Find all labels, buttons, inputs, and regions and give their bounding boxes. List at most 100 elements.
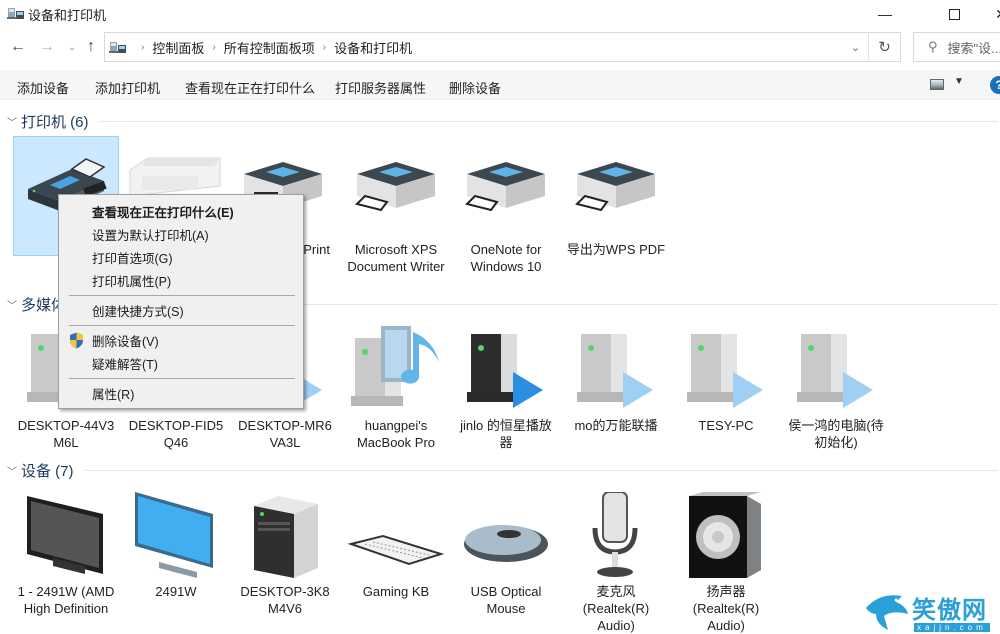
back-button[interactable]: ← bbox=[7, 36, 29, 58]
media-label: huangpei's MacBook Pro bbox=[356, 418, 436, 450]
up-arrow-icon: ↑ bbox=[87, 38, 95, 55]
menu-separator bbox=[69, 295, 295, 296]
search-icon: ⚲ bbox=[928, 39, 938, 54]
forward-button[interactable]: → bbox=[36, 36, 58, 58]
printer-icon bbox=[465, 162, 545, 212]
breadcrumb-separator-icon[interactable]: › bbox=[212, 42, 215, 53]
search-input[interactable]: ⚲ 搜索"设... bbox=[913, 32, 1000, 62]
breadcrumb-control-panel[interactable]: 控制面板 bbox=[152, 38, 204, 57]
media-label: TESY-PC bbox=[698, 418, 754, 433]
watermark: 笑傲网 xajjn.com bbox=[862, 588, 1000, 634]
devices-printers-app-icon bbox=[7, 8, 24, 19]
device-label: 麦克风 (Realtek(R) Audio) bbox=[582, 584, 650, 633]
printer-icon bbox=[355, 162, 435, 212]
media-item[interactable]: TESY-PC bbox=[673, 326, 779, 434]
add-device-button[interactable]: 添加设备 bbox=[17, 78, 69, 97]
maximize-button[interactable] bbox=[931, 0, 977, 28]
remove-device-button[interactable]: 删除设备 bbox=[449, 78, 501, 97]
media-item[interactable]: mo的万能联播 bbox=[563, 326, 669, 434]
collapse-chevron-icon[interactable]: ﹀ bbox=[7, 114, 17, 129]
media-library-icon bbox=[351, 326, 439, 406]
device-item[interactable]: 麦克风 (Realtek(R) Audio) bbox=[563, 491, 669, 634]
back-arrow-icon: ← bbox=[10, 38, 26, 55]
maximize-icon bbox=[948, 8, 960, 20]
menu-item-remove-device[interactable]: 删除设备(V) bbox=[59, 329, 303, 351]
collapse-chevron-icon[interactable]: ﹀ bbox=[7, 297, 17, 312]
breadcrumb-devices-printers[interactable]: 设备和打印机 bbox=[334, 38, 412, 57]
speaker-icon bbox=[689, 492, 761, 578]
close-icon: ✕ bbox=[995, 6, 1000, 23]
media-label: 侯一鸿的电脑(待初始化) bbox=[788, 418, 884, 450]
device-label: Gaming KB bbox=[362, 584, 430, 599]
device-item[interactable]: DESKTOP-3K8 M4V6 bbox=[232, 492, 338, 617]
minimize-button[interactable]: — bbox=[862, 0, 908, 28]
printer-item-wps-pdf[interactable]: 导出为WPS PDF bbox=[563, 150, 669, 258]
media-server-icon bbox=[797, 334, 873, 408]
address-history-dropdown[interactable]: ⌄ bbox=[843, 32, 869, 62]
refresh-button[interactable]: ↻ bbox=[869, 32, 901, 62]
device-item[interactable]: 2491W bbox=[123, 492, 229, 600]
device-label: USB Optical Mouse bbox=[470, 584, 542, 616]
watermark-url: xajjn.com bbox=[914, 623, 990, 632]
view-options-dropdown-icon[interactable]: ▼ bbox=[954, 76, 964, 87]
printer-label: 导出为WPS PDF bbox=[566, 242, 666, 257]
printer-item-xps[interactable]: Microsoft XPS Document Writer bbox=[343, 150, 449, 275]
chevron-down-icon: ⌄ bbox=[850, 41, 861, 54]
computer-tower-icon bbox=[254, 496, 318, 578]
up-button[interactable]: ↑ bbox=[80, 36, 102, 58]
title-bar: 设备和打印机 — ✕ bbox=[0, 0, 1000, 28]
device-item[interactable]: 扬声器 (Realtek(R) Audio) bbox=[673, 492, 779, 634]
close-button[interactable]: ✕ bbox=[978, 0, 1000, 28]
monitor-blue-icon bbox=[135, 492, 213, 578]
monitor-dark-icon bbox=[27, 496, 103, 574]
see-whats-printing-button[interactable]: 查看现在正在打印什么 bbox=[185, 78, 315, 97]
device-item[interactable]: 1 - 2491W (AMD High Definition bbox=[13, 492, 119, 617]
help-icon[interactable]: ? bbox=[990, 76, 1000, 94]
mouse-icon bbox=[464, 525, 548, 562]
printer-item-onenote[interactable]: OneNote for Windows 10 bbox=[453, 150, 559, 275]
menu-item-set-default-printer[interactable]: 设置为默认打印机(A) bbox=[59, 223, 303, 245]
collapse-chevron-icon[interactable]: ﹀ bbox=[7, 463, 17, 478]
breadcrumb-separator-icon[interactable]: › bbox=[323, 42, 326, 53]
group-header-printers[interactable]: ﹀ 打印机 (6) bbox=[0, 110, 1000, 132]
address-bar[interactable]: › 控制面板 › 所有控制面板项 › 设备和打印机 bbox=[104, 32, 869, 62]
menu-item-troubleshoot[interactable]: 疑难解答(T) bbox=[59, 352, 303, 374]
device-item[interactable]: Gaming KB bbox=[343, 492, 449, 600]
watermark-text: 笑傲网 bbox=[912, 597, 987, 624]
menu-item-printing-preferences[interactable]: 打印首选项(G) bbox=[59, 246, 303, 268]
group-header-devices[interactable]: ﹀ 设备 (7) bbox=[0, 459, 1000, 481]
media-player-dark-icon bbox=[467, 334, 543, 408]
keyboard-icon bbox=[347, 534, 445, 566]
breadcrumb-separator-icon[interactable]: › bbox=[141, 42, 144, 53]
media-server-icon bbox=[687, 334, 763, 408]
menu-separator bbox=[69, 378, 295, 379]
breadcrumb-all-items[interactable]: 所有控制面板项 bbox=[224, 38, 315, 57]
media-label: DESKTOP-MR6 VA3L bbox=[238, 418, 332, 450]
device-label: DESKTOP-3K8 M4V6 bbox=[240, 584, 330, 616]
microphone-icon bbox=[592, 491, 638, 577]
menu-item-label: 删除设备(V) bbox=[92, 334, 159, 349]
group-title-printers: 打印机 (6) bbox=[21, 113, 89, 131]
media-item[interactable]: 侯一鸿的电脑(待初始化) bbox=[783, 326, 889, 451]
menu-item-properties[interactable]: 属性(R) bbox=[59, 382, 303, 404]
media-item[interactable]: jinlo 的恒星播放器 bbox=[453, 326, 559, 451]
group-title-devices: 设备 (7) bbox=[21, 462, 74, 480]
media-label: DESKTOP-44V3 M6L bbox=[17, 418, 115, 450]
device-item[interactable]: USB Optical Mouse bbox=[453, 492, 559, 617]
media-label: DESKTOP-FID5 Q46 bbox=[128, 418, 224, 450]
control-panel-icon bbox=[109, 42, 126, 53]
add-printer-button[interactable]: 添加打印机 bbox=[95, 78, 160, 97]
menu-separator bbox=[69, 325, 295, 326]
refresh-icon: ↻ bbox=[878, 39, 891, 56]
navigation-bar: ← → ⌄ ↑ › 控制面板 › 所有控制面板项 › 设备和打印机 ⌄ ↻ ⚲ … bbox=[0, 30, 1000, 64]
menu-item-create-shortcut[interactable]: 创建快捷方式(S) bbox=[59, 299, 303, 321]
media-item[interactable]: huangpei's MacBook Pro bbox=[343, 326, 449, 451]
device-label: 1 - 2491W (AMD High Definition bbox=[17, 584, 115, 616]
group-divider bbox=[98, 120, 998, 122]
menu-item-printer-properties[interactable]: 打印机属性(P) bbox=[59, 269, 303, 291]
search-placeholder: 搜索"设... bbox=[947, 40, 1000, 56]
printer-label: OneNote for Windows 10 bbox=[470, 242, 542, 274]
print-server-properties-button[interactable]: 打印服务器属性 bbox=[335, 78, 426, 97]
menu-item-see-whats-printing[interactable]: 查看现在正在打印什么(E) bbox=[59, 200, 303, 222]
change-view-icon[interactable] bbox=[930, 79, 944, 90]
